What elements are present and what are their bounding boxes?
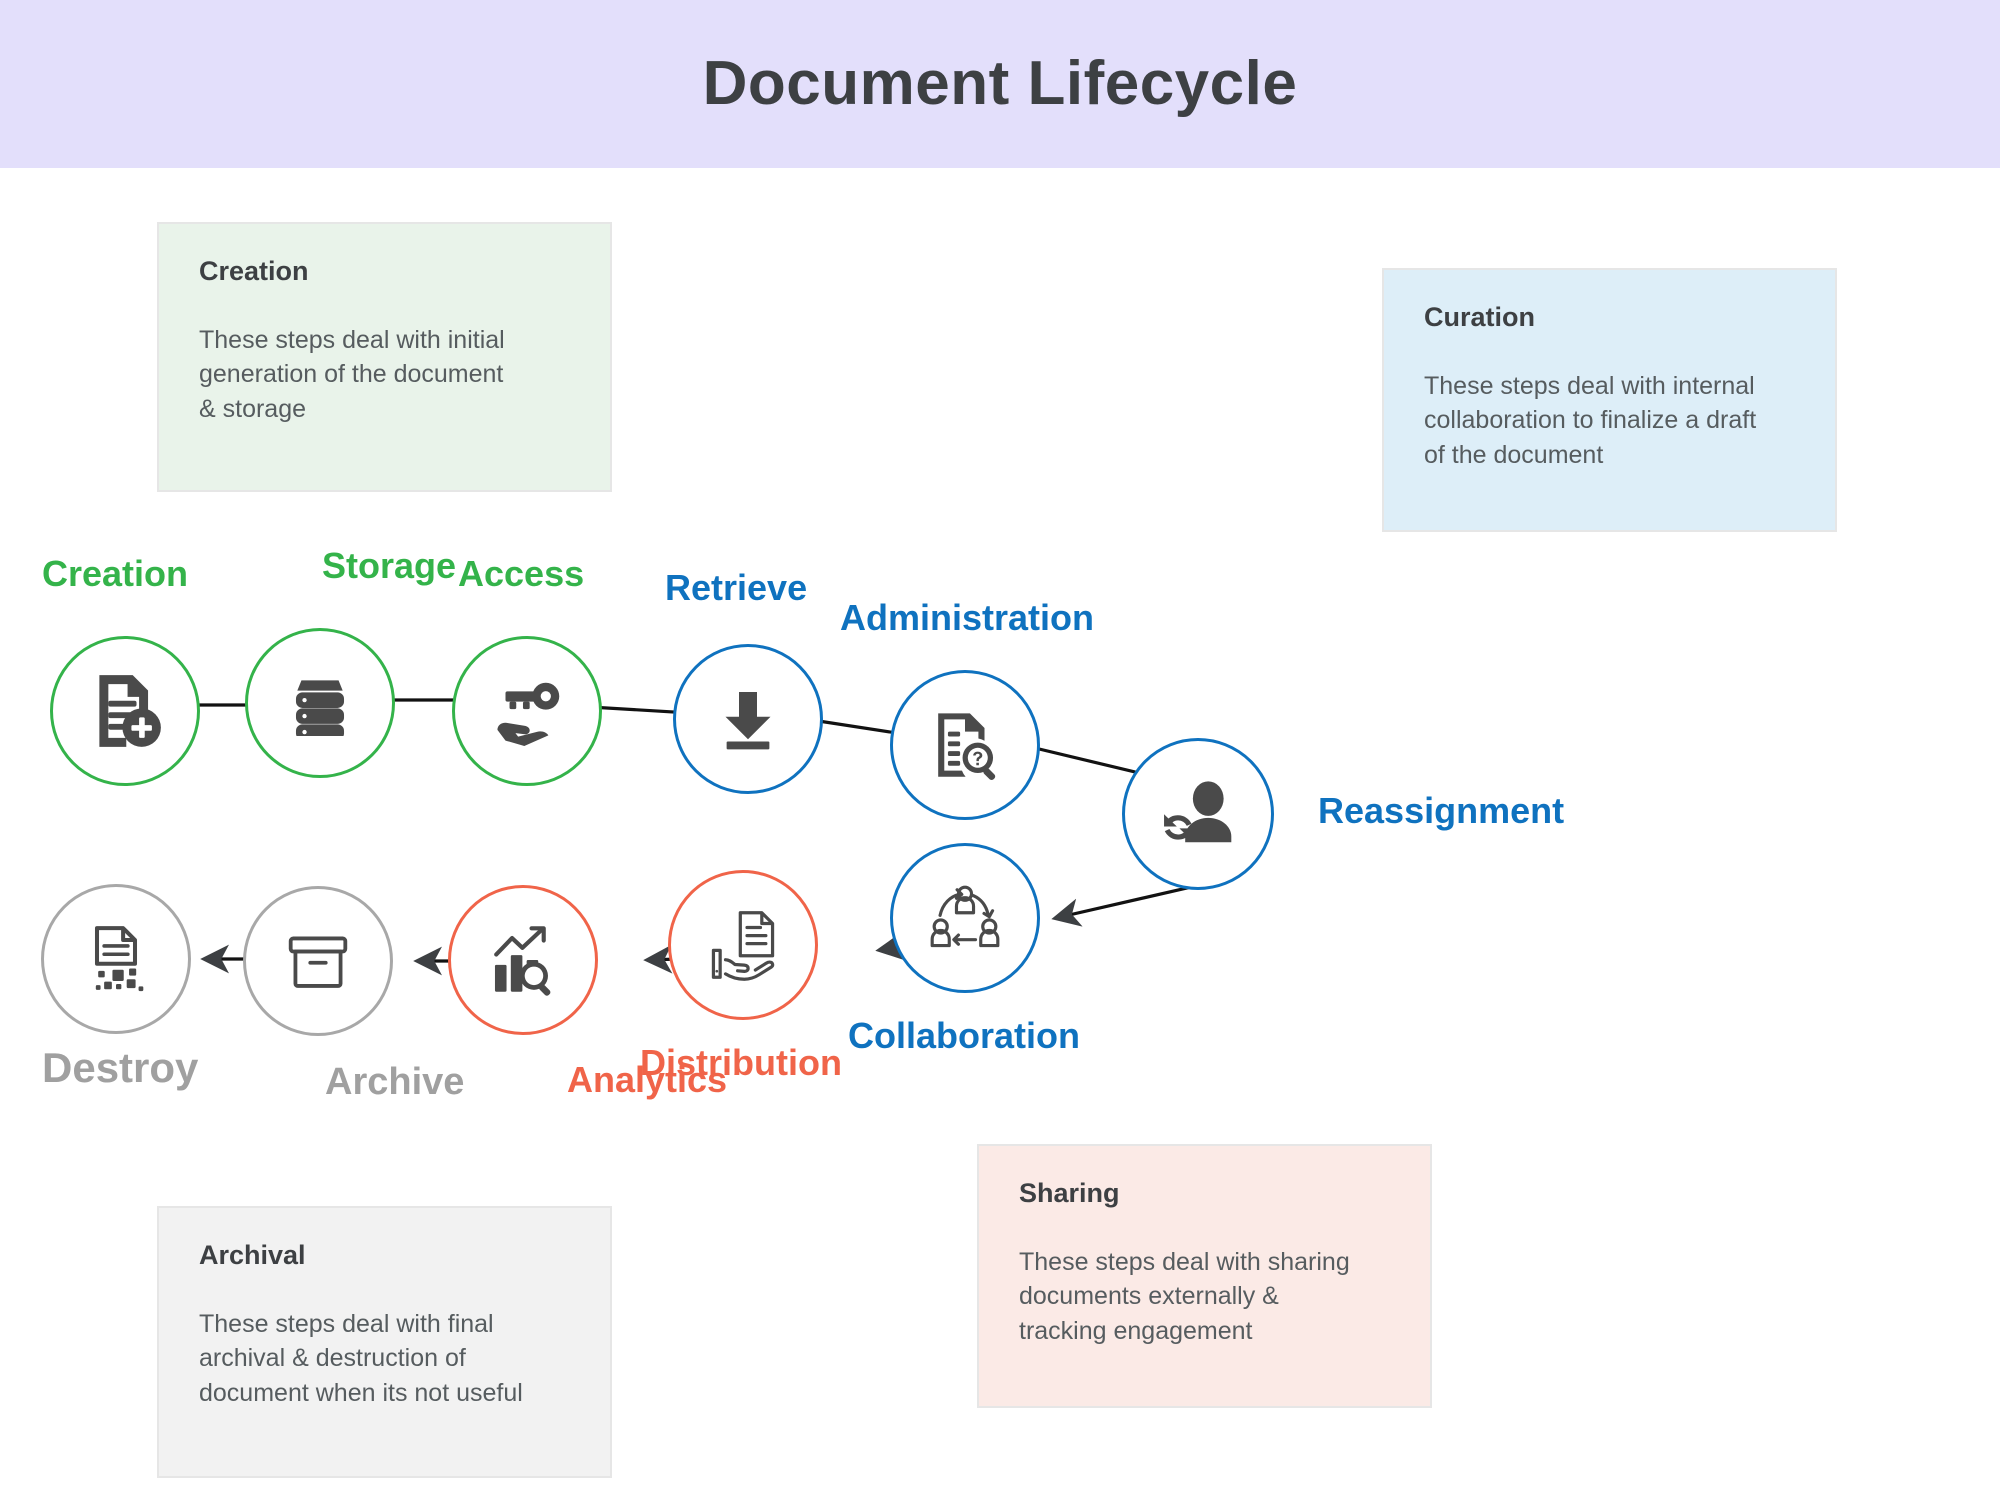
diagram-canvas: Document Lifecycle Creation These steps … [0,0,2000,1500]
node-label-archive: Archive [325,1061,465,1103]
chart-magnifier-icon [484,921,562,999]
node-retrieve[interactable] [673,644,823,794]
node-storage[interactable] [245,628,395,778]
node-creation[interactable] [50,636,200,786]
shredded-document-icon [78,921,154,997]
document-plus-icon [84,670,166,752]
node-analytics[interactable] [448,885,598,1035]
node-label-storage: Storage [322,545,457,586]
node-archive[interactable] [243,886,393,1036]
node-administration[interactable] [890,670,1040,820]
hand-key-icon [484,668,570,754]
node-access[interactable] [452,636,602,786]
node-reassignment[interactable] [1122,738,1274,890]
document-magnifier-icon [926,706,1004,784]
node-label-access: Access [458,553,585,594]
node-label-administration: Administration [840,597,1095,638]
hand-document-icon [700,902,786,988]
node-destroy[interactable] [41,884,191,1034]
node-collaboration[interactable] [890,843,1040,993]
node-label-destroy: Destroy [42,1044,199,1091]
server-stack-icon [287,670,353,736]
person-sync-icon [1157,773,1239,855]
download-arrow-icon [712,683,784,755]
archive-box-icon [280,923,356,999]
node-label-creation: Creation [42,553,189,594]
people-cycle-icon [923,876,1007,960]
node-label-retrieve: Retrieve [665,567,808,608]
node-label-analytics: Analytics [567,1059,728,1100]
node-distribution[interactable] [668,870,818,1020]
node-label-reassignment: Reassignment [1318,790,1565,831]
node-label-collaboration: Collaboration [848,1015,1080,1056]
